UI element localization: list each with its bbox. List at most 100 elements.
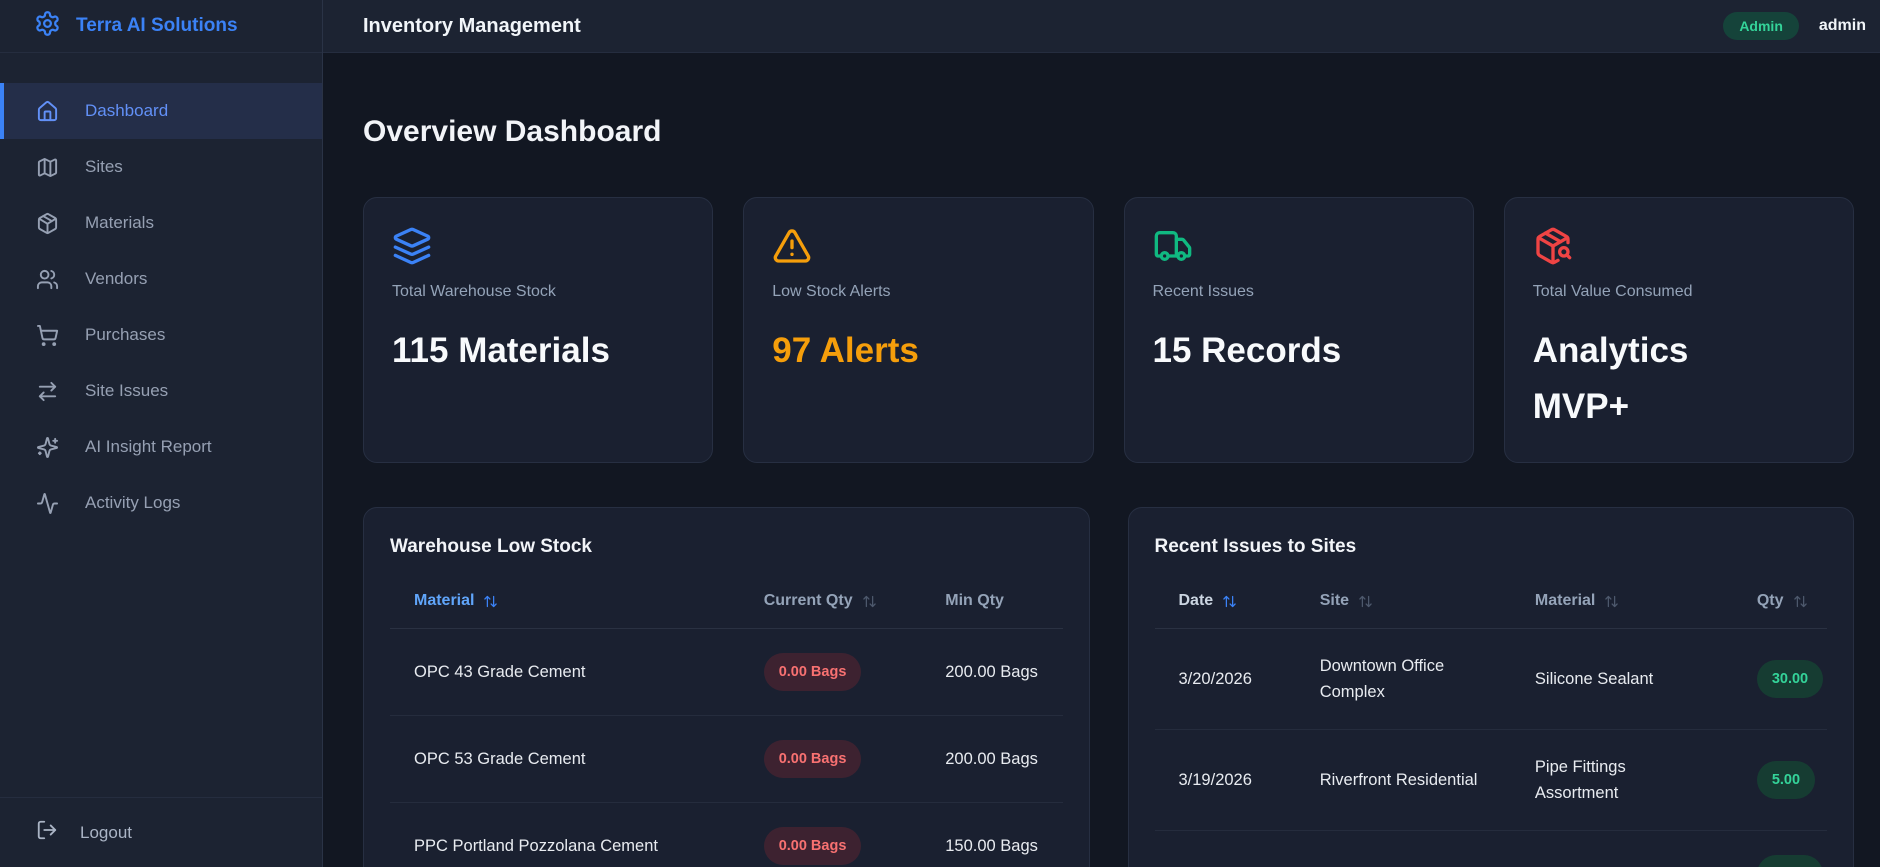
sidebar-item-dashboard[interactable]: Dashboard — [0, 83, 322, 139]
qty-cell: 5.00 — [1733, 761, 1827, 799]
column-header-site[interactable]: Site — [1296, 592, 1511, 610]
logout-button[interactable]: Logout — [0, 797, 322, 867]
min-qty-cell: 200.00 Bags — [945, 750, 1038, 768]
qty-badge: 30.00 — [1756, 660, 1824, 698]
main-content: Overview Dashboard Total Warehouse Stock… — [323, 53, 1880, 867]
sort-icon — [1793, 594, 1808, 609]
stat-value: 115 Materials — [392, 331, 610, 370]
sidebar-item-purchases[interactable]: Purchases — [0, 307, 322, 363]
stat-value: 15 Records — [1152, 331, 1342, 370]
sidebar-item-sites[interactable]: Sites — [0, 139, 322, 195]
stat-card-total-warehouse-stock: Total Warehouse Stock 115 Materials — [363, 197, 714, 463]
column-label: Qty — [1756, 592, 1784, 609]
stat-label: Low Stock Alerts — [772, 283, 891, 300]
stat-label: Total Warehouse Stock — [392, 283, 556, 300]
alert-triangle-icon — [772, 226, 1064, 271]
site-cell: Riverfront Residential — [1319, 771, 1478, 789]
map-icon — [36, 156, 59, 179]
min-qty-cell: 200.00 Bags — [945, 663, 1038, 681]
table-title: Warehouse Low Stock — [390, 536, 592, 557]
site-cell: Downtown Office Complex — [1319, 657, 1445, 701]
recent-issues-card: Recent Issues to Sites Date Site Material Q… — [1127, 507, 1854, 867]
app-root: Terra AI Solutions Dashboard Sites Materia… — [0, 0, 1880, 867]
activity-icon — [36, 492, 59, 515]
sort-icon — [483, 594, 498, 609]
logout-icon — [36, 819, 58, 846]
home-icon — [36, 100, 59, 123]
column-header-material[interactable]: Material — [390, 592, 740, 610]
main-column: Inventory Management Admin admin Overvie… — [323, 0, 1880, 867]
table-body: 3/20/2026 Downtown Office Complex Silicone… — [1154, 629, 1828, 867]
column-header-current-qty[interactable]: Current Qty — [740, 592, 922, 610]
topbar-user-area: Admin admin — [1723, 12, 1866, 40]
sidebar-item-vendors[interactable]: Vendors — [0, 251, 322, 307]
sidebar-item-label: Materials — [85, 213, 154, 232]
brand-name: Terra AI Solutions — [76, 15, 238, 36]
sidebar-nav: Dashboard Sites Materials Vendors Purchases S… — [0, 53, 322, 797]
qty-cell: 30.00 — [1733, 660, 1827, 698]
min-qty-cell: 150.00 Bags — [945, 837, 1038, 855]
date-cell: 3/19/2026 — [1178, 771, 1252, 789]
qty-cell: 50.00 — [1733, 855, 1827, 867]
username: admin — [1818, 17, 1866, 34]
sidebar-item-ai-insight-report[interactable]: AI Insight Report — [0, 419, 322, 475]
tables-row: Warehouse Low Stock Material Current Qty M… — [363, 507, 1854, 867]
stat-label: Total Value Consumed — [1532, 283, 1693, 300]
package-search-icon — [1533, 226, 1825, 271]
app-title: Inventory Management — [363, 14, 581, 37]
topbar: Inventory Management Admin admin — [323, 0, 1880, 53]
table-row: PPC Portland Pozzolana Cement 0.00 Bags 15… — [390, 803, 1063, 867]
stat-card-total-value-consumed: Total Value Consumed Analytics MVP+ — [1503, 197, 1854, 463]
table-header-row: Material Current Qty Min Qty — [390, 592, 1063, 629]
package-icon — [36, 212, 59, 235]
qty-badge: 50.00 — [1756, 855, 1824, 867]
column-header-date[interactable]: Date — [1155, 592, 1296, 610]
column-label: Material — [414, 592, 475, 609]
sidebar: Terra AI Solutions Dashboard Sites Materia… — [0, 0, 323, 867]
current-qty-cell: 0.00 Bags — [740, 740, 922, 778]
sort-icon — [1604, 594, 1619, 609]
users-icon — [36, 268, 59, 291]
low-qty-badge: 0.00 Bags — [763, 827, 862, 865]
cart-icon — [36, 324, 59, 347]
material-cell: Pipe Fittings Assortment — [1534, 758, 1626, 802]
truck-icon — [1153, 226, 1445, 271]
sidebar-item-label: Vendors — [85, 269, 148, 288]
site-cell: Riverfront Residential — [1296, 861, 1511, 867]
table-row: 3/19/2026 Riverfront Residential Pipe Fitt… — [1154, 730, 1827, 831]
role-badge: Admin — [1723, 12, 1799, 40]
column-label: Material — [1534, 592, 1596, 609]
column-header-min-qty: Min Qty — [921, 592, 1062, 610]
sort-icon — [1358, 594, 1373, 609]
table-row: 3/19/2026Riverfront ResidentialUPVC Pipe… — [1155, 831, 1828, 867]
column-label: Date — [1178, 592, 1214, 609]
sidebar-item-site-issues[interactable]: Site Issues — [0, 363, 322, 419]
stat-card-recent-issues: Recent Issues 15 Records — [1123, 197, 1474, 463]
current-qty-cell: 0.00 Bags — [740, 827, 922, 865]
gear-icon — [34, 10, 61, 42]
table-body: OPC 43 Grade Cement 0.00 Bags 200.00 Bags O… — [390, 629, 1063, 867]
column-header-qty[interactable]: Qty — [1733, 592, 1827, 610]
sidebar-item-materials[interactable]: Materials — [0, 195, 322, 251]
sidebar-item-label: Site Issues — [85, 381, 169, 400]
date-cell: 3/19/2026 — [1155, 861, 1296, 867]
column-label: Min Qty — [945, 592, 1004, 609]
sparkles-icon — [36, 436, 59, 459]
sidebar-item-activity-logs[interactable]: Activity Logs — [0, 475, 322, 531]
table-row: 3/20/2026 Downtown Office Complex Silicone… — [1154, 629, 1827, 730]
table-header-row: Date Site Material Qty — [1154, 592, 1827, 629]
material-cell: Silicone Sealant — [1534, 670, 1654, 688]
material-cell: OPC 43 Grade Cement — [414, 663, 586, 681]
sidebar-item-label: Dashboard — [85, 101, 169, 120]
sort-icon — [1222, 594, 1237, 609]
stat-card-low-stock-alerts: Low Stock Alerts 97 Alerts — [743, 197, 1094, 463]
stat-value: 97 Alerts — [772, 331, 919, 370]
sort-icon — [862, 594, 877, 609]
column-header-material[interactable]: Material — [1511, 592, 1733, 610]
arrows-left-right-icon — [36, 380, 59, 403]
stat-value: Analytics MVP+ — [1532, 331, 1689, 426]
material-cell: PPC Portland Pozzolana Cement — [414, 837, 658, 855]
low-qty-badge: 0.00 Bags — [763, 653, 862, 691]
sidebar-item-label: AI Insight Report — [85, 437, 212, 456]
material-cell: OPC 53 Grade Cement — [414, 750, 586, 768]
